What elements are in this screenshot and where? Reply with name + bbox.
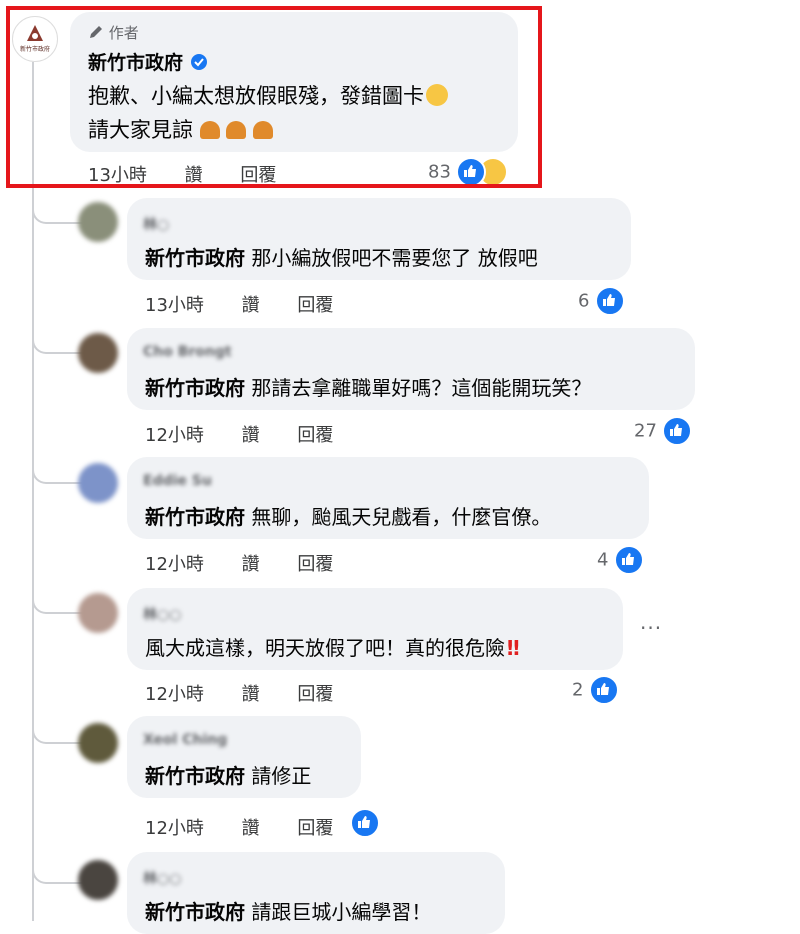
reply-bubble: 林○ 新竹市政府 那小編放假吧不需要您了 放假吧	[127, 198, 631, 280]
reply-text-body: 請跟巨城小編學習！	[251, 900, 432, 924]
highlight-box	[6, 6, 542, 188]
reply-meta: 12小時 讚 回覆	[145, 550, 365, 576]
thread-branch	[32, 592, 84, 614]
thread-branch	[32, 722, 84, 744]
thread-line	[32, 62, 34, 921]
reaction-count: 27	[634, 420, 657, 442]
reply-bubble: 林○○ 風大成這樣，明天放假了吧！真的很危險 ‼	[127, 588, 623, 670]
reply-reactions[interactable]: 6	[578, 286, 625, 316]
like-reaction-icon	[662, 416, 692, 446]
reply-author[interactable]: 林○○	[143, 868, 181, 888]
reply-text: 新竹市政府 請修正	[145, 760, 311, 789]
like-link[interactable]: 讚	[242, 295, 260, 316]
thread-branch	[32, 862, 84, 884]
reply-author[interactable]: Eddie Su	[143, 473, 212, 489]
like-reaction-icon	[350, 808, 380, 838]
like-link[interactable]: 讚	[242, 818, 260, 839]
timestamp[interactable]: 13小時	[145, 295, 204, 316]
like-reaction-icon	[588, 675, 619, 705]
reply-link[interactable]: 回覆	[297, 295, 333, 316]
reply-reactions[interactable]: 4	[597, 545, 644, 575]
reply-link[interactable]: 回覆	[297, 425, 333, 446]
like-link[interactable]: 讚	[242, 684, 260, 705]
mention-tag[interactable]: 新竹市政府	[145, 246, 245, 270]
reply-author[interactable]: 林○○	[143, 604, 181, 624]
user-avatar[interactable]	[78, 333, 118, 373]
double-exclamation-icon: ‼	[507, 636, 520, 660]
reply-bubble: Cho Brongt 新竹市政府 那請去拿離職單好嗎？這個能開玩笑？	[127, 328, 695, 410]
user-avatar[interactable]	[78, 463, 118, 503]
reply-text: 風大成這樣，明天放假了吧！真的很危險 ‼	[145, 632, 520, 661]
reply-author[interactable]: Xeol Ching	[143, 732, 227, 748]
reply-text: 新竹市政府 無聊，颱風天兒戲看，什麼官僚。	[145, 501, 551, 530]
reply-text: 新竹市政府 那請去拿離職單好嗎？這個能開玩笑？	[145, 372, 591, 401]
thread-branch	[32, 462, 84, 484]
like-link[interactable]: 讚	[242, 425, 260, 446]
mention-tag[interactable]: 新竹市政府	[145, 764, 245, 788]
user-avatar[interactable]	[78, 593, 118, 633]
reply-meta: 12小時 讚 回覆	[145, 680, 365, 706]
reply-reactions[interactable]: 2	[572, 675, 619, 705]
reply-text-body: 請修正	[251, 764, 312, 788]
more-options-icon[interactable]: ···	[640, 616, 662, 640]
reply-bubble: 林○○ 新竹市政府 請跟巨城小編學習！	[127, 852, 505, 934]
reply-reactions[interactable]: 27	[634, 416, 692, 446]
like-reaction-icon	[594, 286, 625, 316]
reply-link[interactable]: 回覆	[297, 684, 333, 705]
reply-meta: 12小時 讚 回覆	[145, 814, 365, 840]
user-avatar[interactable]	[78, 202, 118, 242]
user-avatar[interactable]	[78, 860, 118, 900]
reply-link[interactable]: 回覆	[297, 554, 333, 575]
timestamp[interactable]: 12小時	[145, 554, 204, 575]
mention-tag[interactable]: 新竹市政府	[145, 376, 245, 400]
like-link[interactable]: 讚	[242, 554, 260, 575]
mention-tag[interactable]: 新竹市政府	[145, 900, 245, 924]
reaction-count: 6	[578, 290, 590, 312]
reply-reactions[interactable]	[350, 808, 380, 838]
reply-author[interactable]: 林○	[143, 214, 169, 234]
timestamp[interactable]: 12小時	[145, 425, 204, 446]
reaction-count: 4	[597, 549, 609, 571]
reply-meta: 12小時 讚 回覆	[145, 421, 365, 447]
timestamp[interactable]: 12小時	[145, 818, 204, 839]
reaction-count: 2	[572, 679, 584, 701]
reply-author[interactable]: Cho Brongt	[143, 344, 232, 360]
reply-bubble: Eddie Su 新竹市政府 無聊，颱風天兒戲看，什麼官僚。	[127, 457, 649, 539]
reply-text-body: 那小編放假吧不需要您了 放假吧	[251, 246, 538, 270]
reply-meta: 13小時 讚 回覆	[145, 291, 365, 317]
user-avatar[interactable]	[78, 723, 118, 763]
reply-link[interactable]: 回覆	[297, 818, 333, 839]
reply-text: 新竹市政府 那小編放假吧不需要您了 放假吧	[145, 242, 538, 271]
like-reaction-icon	[613, 545, 644, 575]
reply-bubble: Xeol Ching 新竹市政府 請修正	[127, 716, 361, 798]
timestamp[interactable]: 12小時	[145, 684, 204, 705]
reply-text-body: 風大成這樣，明天放假了吧！真的很危險	[145, 636, 505, 660]
reply-text-body: 那請去拿離職單好嗎？這個能開玩笑？	[251, 376, 592, 400]
reply-text-body: 無聊，颱風天兒戲看，什麼官僚。	[251, 505, 552, 529]
mention-tag[interactable]: 新竹市政府	[145, 505, 245, 529]
thread-branch	[32, 332, 84, 354]
thread-branch	[32, 202, 84, 224]
